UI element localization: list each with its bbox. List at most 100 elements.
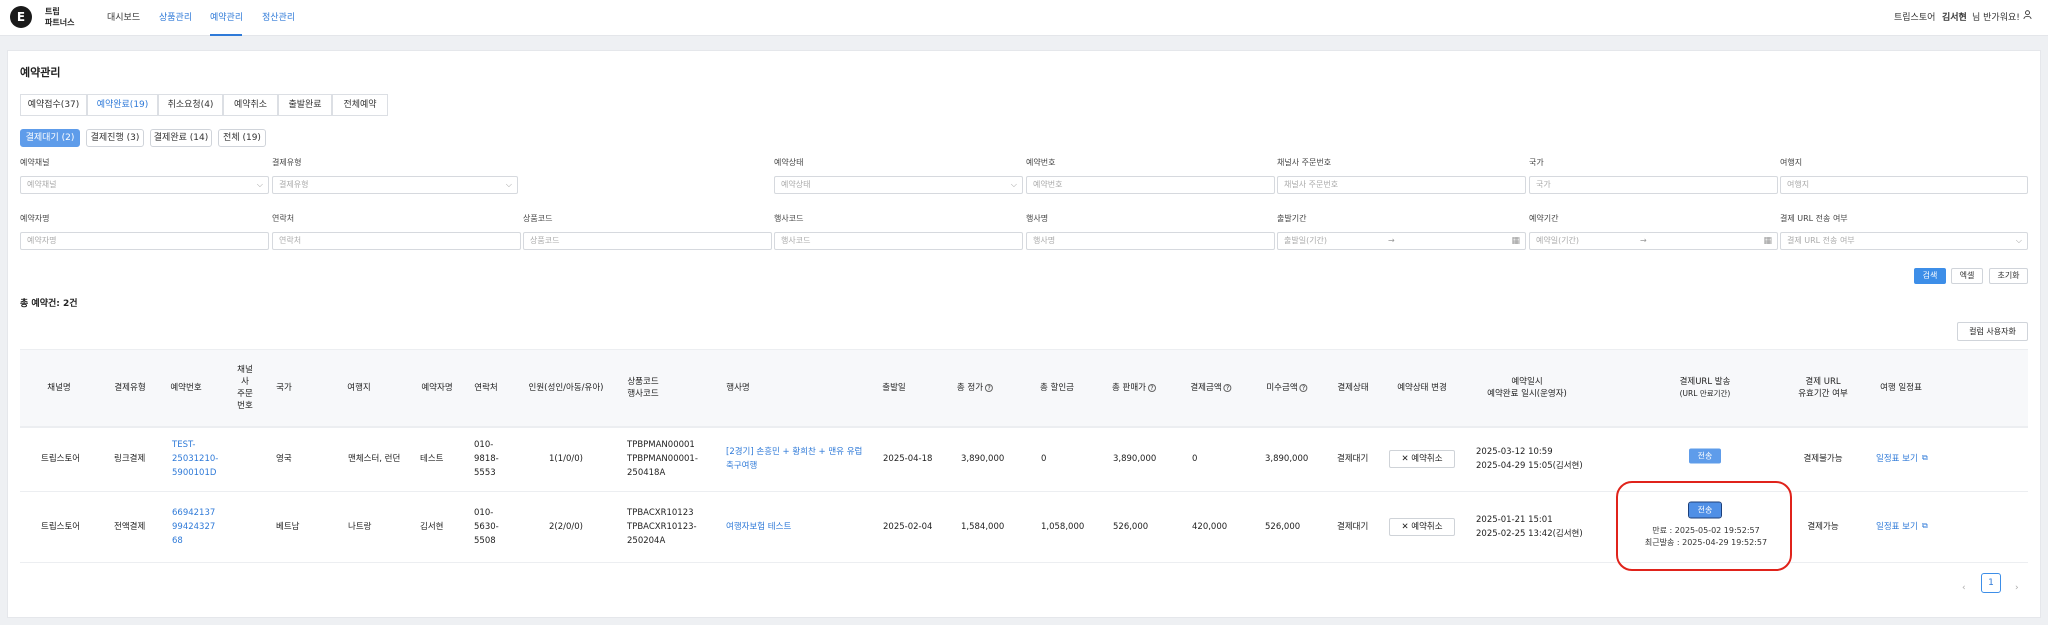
column-header-label: 결제 URL 유효기간 여부: [1798, 377, 1848, 399]
cell-resno[interactable]: TEST- 25031210- 5900101D: [172, 438, 218, 480]
logo-icon[interactable]: E: [10, 6, 32, 28]
column-header-itinerary: 여행 일정표: [1880, 382, 1922, 394]
cell-resno[interactable]: 66942137 99424327 68: [172, 506, 215, 548]
filter-product-code-input[interactable]: 상품코드: [523, 232, 772, 250]
cancel-label: 예약취소: [1411, 454, 1443, 464]
column-header-label: 인원(성인/아동/유아): [528, 383, 604, 393]
cancel-reservation-button[interactable]: ✕ 예약취소: [1389, 518, 1455, 536]
cell-people: 1(1/0/0): [549, 454, 583, 464]
cell-people: 2(2/0/0): [549, 522, 583, 532]
placeholder: 결제유형: [279, 180, 309, 189]
close-icon: ✕: [1401, 522, 1412, 532]
column-header-label: 결제금액: [1190, 383, 1222, 393]
help-icon[interactable]: ?: [1299, 383, 1308, 392]
filter-label-channel: 예약채널: [20, 158, 50, 167]
nav-products[interactable]: 상품관리: [159, 10, 192, 23]
column-header-label: 채널명: [47, 383, 71, 393]
column-header-resno: 예약번호: [170, 382, 201, 394]
cell-urlvalid: 결제불가능: [1803, 454, 1843, 464]
nav-settlement[interactable]: 정산관리: [262, 10, 295, 23]
column-header-discount: 총 할인금: [1040, 382, 1074, 394]
next-page-icon[interactable]: ›: [2015, 583, 2019, 593]
column-header-channel: 채널명: [47, 382, 70, 394]
column-header-label: 여행지: [347, 383, 371, 393]
column-header-sublabel: (URL 만료기간): [1679, 389, 1731, 398]
greeting-text: 님 반가워요!: [1972, 13, 2020, 23]
cell-event[interactable]: [2경기] 손흥민 + 황희찬 + 맨유 유럽 축구여행: [726, 445, 866, 473]
filter-res-range[interactable]: 예약일(기간) → ▦: [1529, 232, 1778, 250]
filter-destination-input[interactable]: 여행지: [1780, 176, 2028, 194]
nav-reservations[interactable]: 예약관리: [210, 10, 243, 23]
tab-departed[interactable]: 출발완료: [278, 94, 332, 116]
column-header-label: 총 판매가: [1112, 383, 1146, 393]
column-header-label: 연락처: [474, 383, 498, 393]
cell-paystatus: 결제대기: [1337, 522, 1369, 532]
cell-paid: 420,000: [1192, 522, 1228, 532]
excel-button[interactable]: 엑셀: [1951, 268, 1983, 284]
user-name: 김서현: [1942, 13, 1967, 23]
cell-itinerary[interactable]: 일정표 보기: [1876, 520, 1918, 534]
cell-name: 테스트: [420, 454, 444, 464]
filter-country-input[interactable]: 국가: [1529, 176, 1778, 194]
filter-depart-range[interactable]: 출발일(기간) → ▦: [1277, 232, 1526, 250]
filter-paytype-select[interactable]: 결제유형 ⌵: [272, 176, 518, 194]
tab-cancelled[interactable]: 예약취소: [223, 94, 278, 116]
column-header-label: 결제상태: [1337, 383, 1369, 393]
filter-resno-input[interactable]: 예약번호: [1026, 176, 1275, 194]
cell-event[interactable]: 여행자보험 테스트: [726, 520, 866, 534]
cell-depart: 2025-04-18: [883, 454, 933, 464]
brand-line-2: 파트너스: [45, 18, 75, 27]
cell-paid: 0: [1192, 454, 1198, 464]
cell-codes: TPBPMAN00001 TPBPMAN00001- 250418A: [627, 440, 698, 478]
chip-pay-waiting[interactable]: 결제대기 (2): [20, 129, 80, 147]
filter-event-name-input[interactable]: 행사명: [1026, 232, 1275, 250]
chip-pay-progress[interactable]: 결제진행 (3): [86, 129, 144, 147]
filter-status-select[interactable]: 예약상태 ⌵: [774, 176, 1023, 194]
filter-url-sent-select[interactable]: 결제 URL 전송 여부 ⌵: [1780, 232, 2028, 250]
cancel-reservation-button[interactable]: ✕ 예약취소: [1389, 450, 1455, 468]
cell-itinerary[interactable]: 일정표 보기: [1876, 452, 1918, 466]
column-settings-button[interactable]: 컬럼 사용자화: [1957, 322, 2028, 341]
column-header-urlvalid: 결제 URL 유효기간 여부: [1798, 376, 1848, 400]
user-icon[interactable]: [2023, 10, 2032, 22]
tab-received[interactable]: 예약접수(37): [20, 94, 87, 116]
search-button[interactable]: 검색: [1914, 268, 1946, 284]
placeholder: 예약채널: [27, 180, 57, 189]
help-icon[interactable]: ?: [985, 383, 994, 392]
filter-event-code-input[interactable]: 행사코드: [774, 232, 1023, 250]
cell-sale: 3,890,000: [1113, 454, 1157, 464]
cell-dates: 2025-01-21 15:01 2025-02-25 13:42(김서현): [1476, 515, 1583, 539]
cell-country: 영국: [276, 454, 292, 464]
reset-button[interactable]: 초기화: [1989, 268, 2028, 284]
filter-label-url-sent: 결제 URL 전송 여부: [1780, 214, 1848, 223]
cell-depart: 2025-02-04: [883, 522, 933, 532]
prev-page-icon[interactable]: ‹: [1962, 583, 1966, 593]
column-header-sale: 총 판매가?: [1112, 382, 1156, 394]
tab-all[interactable]: 전체예약: [332, 94, 388, 116]
help-icon[interactable]: ?: [1147, 383, 1156, 392]
filter-name-input[interactable]: 예약자명: [20, 232, 269, 250]
column-header-label: 채널 사 주문 번호: [237, 365, 253, 411]
chevron-down-icon: ⌵: [505, 180, 512, 189]
tab-cancel-request[interactable]: 취소요청(4): [158, 94, 223, 116]
filter-chno-input[interactable]: 채널사 주문번호: [1277, 176, 1526, 194]
filter-phone-input[interactable]: 연락처: [272, 232, 521, 250]
filter-label-name: 예약자명: [20, 214, 50, 223]
page-1-button[interactable]: 1: [1981, 573, 2001, 593]
column-header-chno: 채널 사 주문 번호: [237, 364, 253, 412]
chip-pay-complete[interactable]: 결제완료 (14): [150, 129, 212, 147]
cell-name: 김서현: [420, 522, 444, 532]
column-header-dates: 예약일시 예약완료 일시(운영자): [1487, 376, 1567, 400]
tab-completed[interactable]: 예약완료(19): [87, 94, 158, 116]
send-payurl-button[interactable]: 전송: [1689, 448, 1721, 464]
chip-all[interactable]: 전체 (19): [218, 129, 266, 147]
column-header-depart: 출발일: [882, 382, 905, 394]
column-header-label: 상품코드 행사코드: [627, 377, 659, 399]
filter-channel-select[interactable]: 예약채널 ⌵: [20, 176, 269, 194]
help-icon[interactable]: ?: [1223, 383, 1232, 392]
column-header-label: 국가: [276, 383, 292, 393]
brand-name[interactable]: 트립 파트너스: [45, 6, 95, 28]
filter-label-paytype: 결제유형: [272, 158, 302, 167]
cell-unpaid: 526,000: [1265, 522, 1301, 532]
nav-dashboard[interactable]: 대시보드: [107, 10, 140, 23]
